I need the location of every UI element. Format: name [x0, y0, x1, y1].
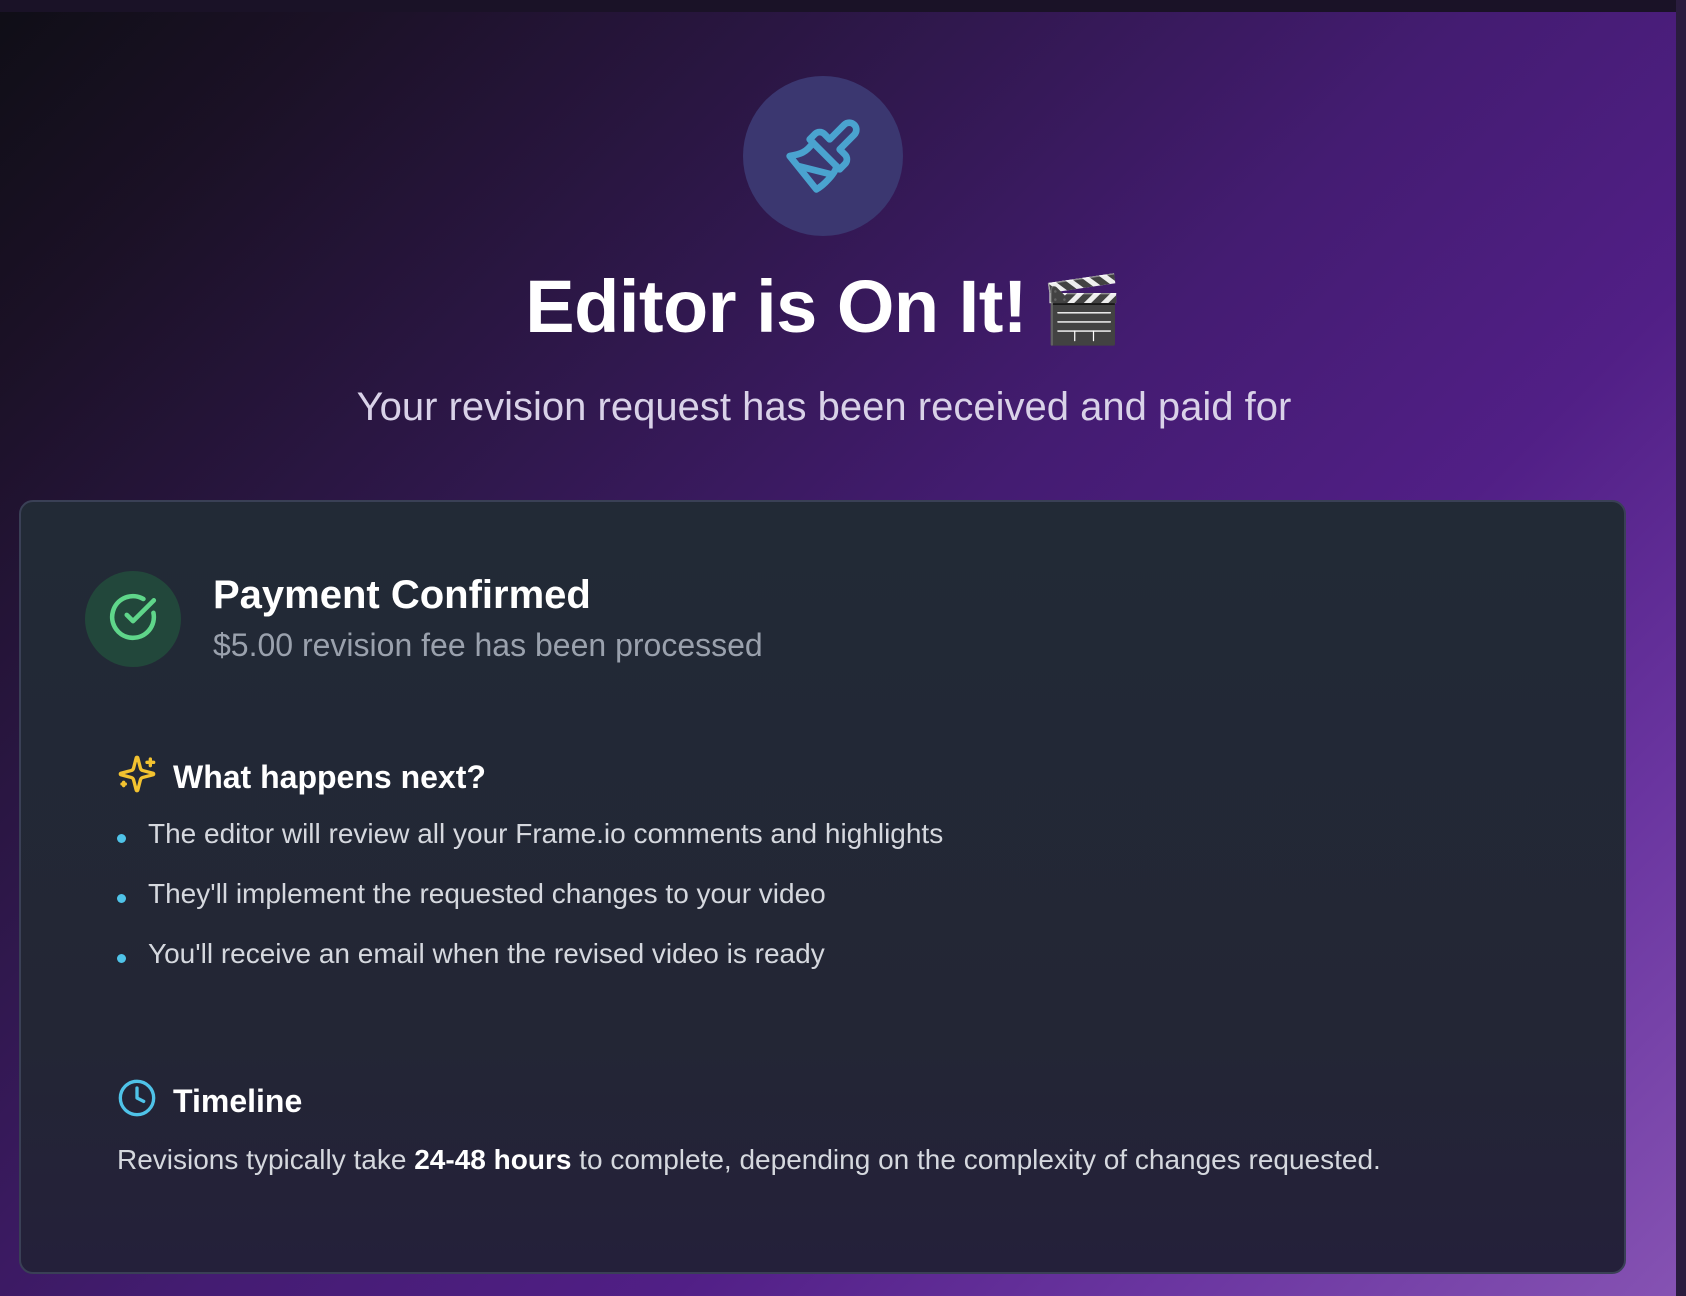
list-item-text: You'll receive an email when the revised…: [148, 938, 825, 969]
check-circle-icon: [108, 592, 158, 647]
confirmation-card: Payment Confirmed $5.00 revision fee has…: [19, 500, 1626, 1274]
timeline-text-before: Revisions typically take: [117, 1144, 415, 1175]
clock-icon: [117, 1078, 157, 1123]
clapperboard-emoji: 🎬: [1041, 271, 1123, 348]
list-item-text: They'll implement the requested changes …: [148, 878, 826, 909]
list-item: The editor will review all your Frame.io…: [117, 814, 943, 854]
next-steps-heading: What happens next?: [117, 754, 486, 799]
next-steps-heading-label: What happens next?: [173, 758, 486, 795]
payment-status-circle: [85, 571, 181, 667]
page-title-text: Editor is On It!: [525, 265, 1028, 348]
payment-confirmed-subtitle: $5.00 revision fee has been processed: [213, 627, 763, 663]
sparkles-icon: [117, 754, 157, 799]
timeline-description: Revisions typically take 24-48 hours to …: [117, 1140, 1381, 1180]
bullet-dot: [117, 833, 126, 843]
timeline-text-after: to complete, depending on the complexity…: [571, 1144, 1381, 1175]
page-title: Editor is On It! 🎬: [0, 262, 1648, 355]
timeline-heading: Timeline: [117, 1078, 302, 1123]
bullet-dot: [117, 893, 126, 903]
paintbrush-icon: [783, 116, 863, 196]
right-scrollbar-track: [1676, 0, 1686, 1296]
payment-confirmed-title: Payment Confirmed: [213, 573, 591, 617]
list-item: You'll receive an email when the revised…: [117, 934, 943, 974]
timeline-duration: 24-48 hours: [414, 1144, 572, 1175]
page-subtitle: Your revision request has been received …: [356, 385, 1292, 429]
hero-icon-circle: [743, 76, 903, 236]
timeline-heading-label: Timeline: [173, 1082, 303, 1119]
top-window-edge: [0, 0, 1686, 12]
list-item: They'll implement the requested changes …: [117, 874, 943, 914]
bullet-dot: [117, 953, 126, 963]
next-steps-list: The editor will review all your Frame.io…: [117, 814, 943, 994]
list-item-text: The editor will review all your Frame.io…: [148, 818, 944, 849]
